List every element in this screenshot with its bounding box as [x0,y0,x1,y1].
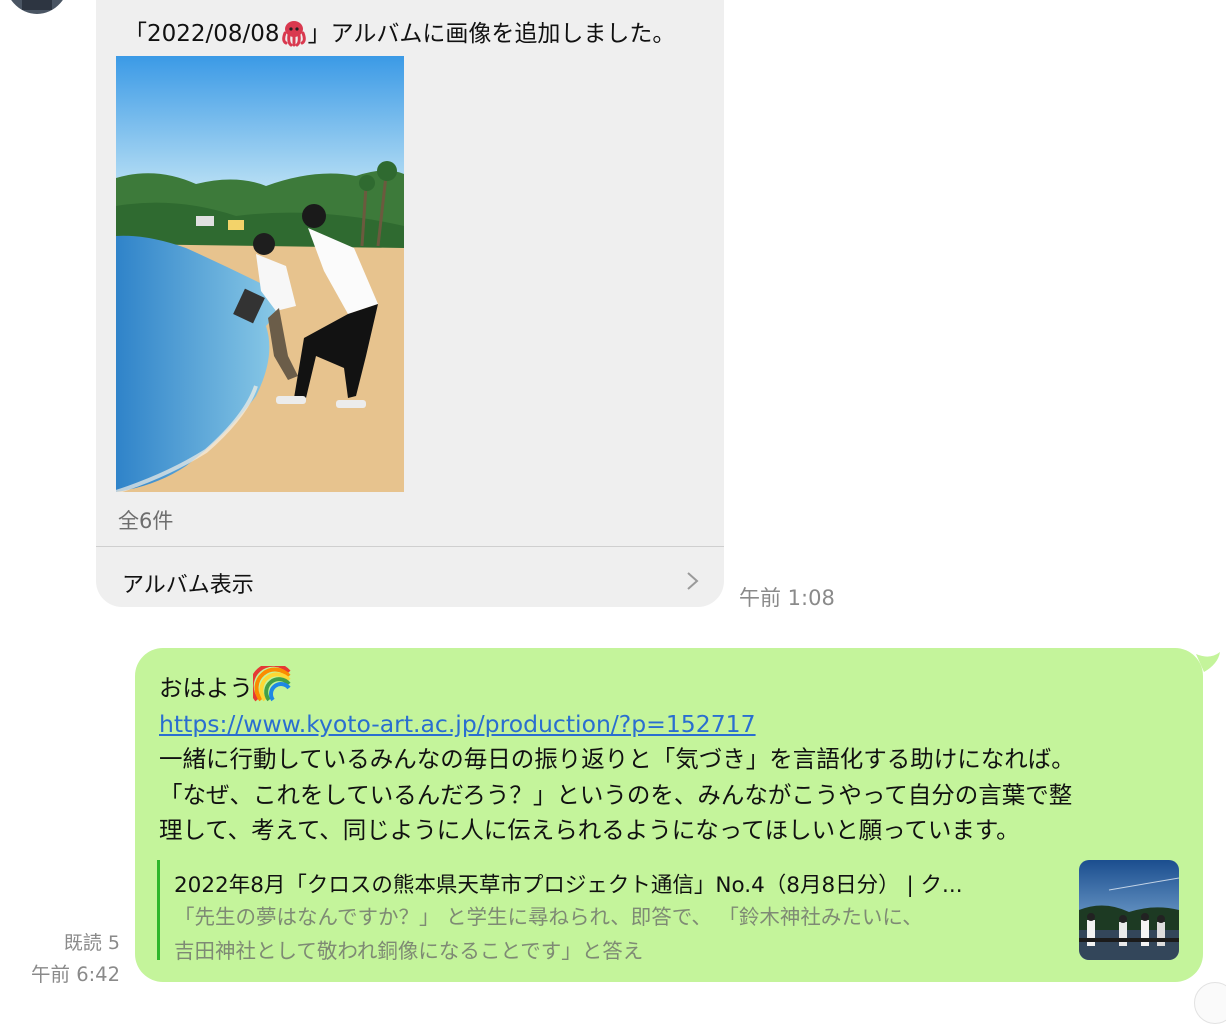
link-preview-card[interactable]: 2022年8月「クロスの熊本県天草市プロジェクト通信」No.4（8月8日分） |… [155,860,1181,963]
album-caption-suffix: 」アルバムに画像を追加しました。 [307,21,676,47]
chevron-right-icon [687,572,699,590]
view-album-label: アルバム表示 [122,573,254,598]
greeting-text: おはよう [159,674,253,702]
outgoing-message-text: おはよう https://www.kyoto-art.ac.jp/product… [159,666,1179,849]
album-caption-prefix: 「2022/08/08 [124,21,280,47]
bubble-tail [1196,652,1220,672]
album-caption: 「2022/08/08 」アルバムに画像を追加しました。 [124,14,675,48]
preview-thumbnail[interactable] [1079,860,1179,960]
message-body-line: 一緒に行動しているみんなの毎日の振り返りと「気づき」を言語化する助けになれば。 [159,745,1075,773]
preview-description: 「先生の夢はなんですか？」 と学生に尋ねられ、即答で、 「鈴木神社みたいに、 吉… [174,900,923,968]
preview-accent-bar [157,860,160,960]
preview-description-line: 「先生の夢はなんですか？」 と学生に尋ねられ、即答で、 「鈴木神社みたいに、 [174,905,923,929]
album-message-bubble: 「2022/08/08 」アルバムに画像を追加しました。 全6件 アルバム表示 [96,0,724,607]
preview-description-line: 吉田神社として敬われ銅像になることです」と答え [174,939,644,963]
message-body-line: 「なぜ、これをしているんだろう？」というのを、みんながこうやって自分の言葉で整 [159,780,1073,809]
incoming-timestamp: 午前 1:08 [739,586,835,610]
view-album-button[interactable]: アルバム表示 [96,547,724,607]
scroll-button[interactable] [1194,982,1226,1024]
outgoing-message-bubble: おはよう https://www.kyoto-art.ac.jp/product… [135,648,1203,982]
message-body-line: 理して、考えて、同じように人に伝えられるようになってほしいと願っています。 [159,816,1020,844]
read-receipt: 既読 5 [63,932,120,954]
album-photo-thumbnail[interactable] [116,56,404,492]
preview-title: 2022年8月「クロスの熊本県天草市プロジェクト通信」No.4（8月8日分） |… [174,873,963,898]
outgoing-timestamp: 午前 6:42 [31,963,120,986]
sender-avatar[interactable] [4,0,70,14]
album-photo-count: 全6件 [118,509,174,533]
rainbow-emoji-icon [253,666,291,702]
octopus-emoji-icon [281,21,306,47]
message-url-link[interactable]: https://www.kyoto-art.ac.jp/production/?… [159,710,756,738]
